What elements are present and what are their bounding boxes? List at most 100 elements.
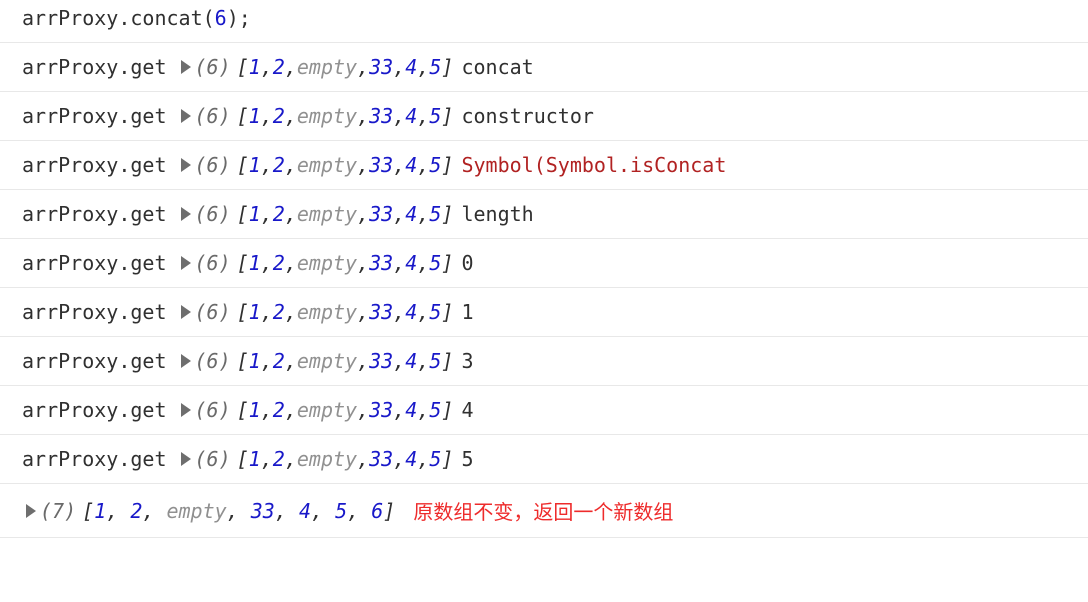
console-log-row[interactable]: arrProxy.get(6)[1, 2, empty, 33, 4, 5]1 — [0, 288, 1088, 337]
log-prefix: arrProxy.get — [22, 398, 167, 422]
array-item: 4 — [405, 202, 417, 226]
disclosure-triangle-icon[interactable] — [181, 256, 191, 270]
comma: , — [393, 398, 405, 422]
array-count: (6) — [195, 153, 231, 177]
array-item: 1 — [249, 55, 261, 79]
comma: , — [417, 300, 429, 324]
array-item: 1 — [249, 202, 261, 226]
comma: , — [285, 55, 297, 79]
accessed-property: length — [461, 202, 533, 226]
disclosure-triangle-icon[interactable] — [181, 207, 191, 221]
bracket-open: [ — [237, 398, 249, 422]
array-item: 1 — [249, 349, 261, 373]
array-item: 5 — [429, 398, 441, 422]
array-item: 5 — [429, 202, 441, 226]
array-item: empty — [297, 447, 357, 471]
console-log-row[interactable]: arrProxy.get(6)[1, 2, empty, 33, 4, 5]co… — [0, 92, 1088, 141]
array-item: empty — [166, 499, 226, 523]
array-item: 4 — [405, 251, 417, 275]
console-input-row[interactable]: arrProxy.concat(6); — [0, 0, 1088, 42]
comma: , — [261, 349, 273, 373]
array-item: 33 — [369, 153, 393, 177]
comma: , — [285, 349, 297, 373]
comma: , — [357, 251, 369, 275]
disclosure-triangle-icon[interactable] — [181, 158, 191, 172]
accessed-property: 1 — [461, 300, 473, 324]
bracket-close: ] — [441, 447, 453, 471]
array-item: 33 — [369, 104, 393, 128]
bracket-close: ] — [383, 499, 395, 523]
bracket-open: [ — [237, 153, 249, 177]
array-item: 4 — [405, 153, 417, 177]
console-log-row[interactable]: arrProxy.get(6)[1, 2, empty, 33, 4, 5]0 — [0, 239, 1088, 288]
comma: , — [357, 202, 369, 226]
comma: , — [261, 202, 273, 226]
comma: , — [357, 349, 369, 373]
disclosure-triangle-icon[interactable] — [181, 109, 191, 123]
disclosure-triangle-icon[interactable] — [26, 504, 36, 518]
array-count: (6) — [195, 202, 231, 226]
comma: , — [261, 251, 273, 275]
comma: , — [417, 447, 429, 471]
log-prefix: arrProxy.get — [22, 300, 167, 324]
console-log-row[interactable]: arrProxy.get(6)[1, 2, empty, 33, 4, 5]co… — [0, 42, 1088, 92]
bracket-open: [ — [237, 447, 249, 471]
bracket-open: [ — [237, 251, 249, 275]
array-count: (6) — [195, 398, 231, 422]
array-item: 4 — [405, 349, 417, 373]
comma: , — [261, 55, 273, 79]
bracket-open: [ — [237, 349, 249, 373]
comma: , — [285, 104, 297, 128]
comma: , — [393, 349, 405, 373]
console-log-row[interactable]: arrProxy.get(6)[1, 2, empty, 33, 4, 5]le… — [0, 190, 1088, 239]
console-log-row[interactable]: arrProxy.get(6)[1, 2, empty, 33, 4, 5]3 — [0, 337, 1088, 386]
array-item: 4 — [405, 447, 417, 471]
result-count: (7) — [40, 499, 76, 523]
comma: , — [417, 104, 429, 128]
array-item: 4 — [405, 104, 417, 128]
console-result-row[interactable]: (7) [1, 2, empty, 33, 4, 5, 6] 原数组不变，返回一… — [0, 484, 1088, 538]
accessed-property: 3 — [461, 349, 473, 373]
array-count: (6) — [195, 104, 231, 128]
disclosure-triangle-icon[interactable] — [181, 403, 191, 417]
accessed-property: concat — [461, 55, 533, 79]
log-prefix: arrProxy.get — [22, 202, 167, 226]
comma: , — [393, 300, 405, 324]
array-item: 2 — [273, 202, 285, 226]
comma: , — [285, 447, 297, 471]
array-item: 4 — [405, 300, 417, 324]
console-log-row[interactable]: arrProxy.get(6)[1, 2, empty, 33, 4, 5]5 — [0, 435, 1088, 484]
array-item: 4 — [405, 398, 417, 422]
array-item: 1 — [249, 153, 261, 177]
disclosure-triangle-icon[interactable] — [181, 452, 191, 466]
accessed-property: 0 — [461, 251, 473, 275]
console-log-row[interactable]: arrProxy.get(6)[1, 2, empty, 33, 4, 5]4 — [0, 386, 1088, 435]
bracket-close: ] — [441, 153, 453, 177]
bracket-open: [ — [82, 499, 94, 523]
array-item: 5 — [335, 499, 347, 523]
bracket-close: ] — [441, 349, 453, 373]
disclosure-triangle-icon[interactable] — [181, 354, 191, 368]
array-item: 2 — [273, 300, 285, 324]
log-prefix: arrProxy.get — [22, 153, 167, 177]
disclosure-triangle-icon[interactable] — [181, 60, 191, 74]
accessed-property: 4 — [461, 398, 473, 422]
comma: , — [417, 55, 429, 79]
array-item: 6 — [371, 499, 383, 523]
disclosure-triangle-icon[interactable] — [181, 305, 191, 319]
comma: , — [106, 499, 130, 523]
array-item: 33 — [251, 499, 275, 523]
log-prefix: arrProxy.get — [22, 349, 167, 373]
array-item: 2 — [273, 104, 285, 128]
comma: , — [285, 300, 297, 324]
comma: , — [417, 398, 429, 422]
comma: , — [261, 104, 273, 128]
comma: , — [261, 300, 273, 324]
array-item: 2 — [273, 153, 285, 177]
array-item: 5 — [429, 447, 441, 471]
array-item: 33 — [369, 398, 393, 422]
bracket-open: [ — [237, 55, 249, 79]
console-log-row[interactable]: arrProxy.get(6)[1, 2, empty, 33, 4, 5]Sy… — [0, 141, 1088, 190]
comma: , — [393, 251, 405, 275]
comma: , — [417, 251, 429, 275]
